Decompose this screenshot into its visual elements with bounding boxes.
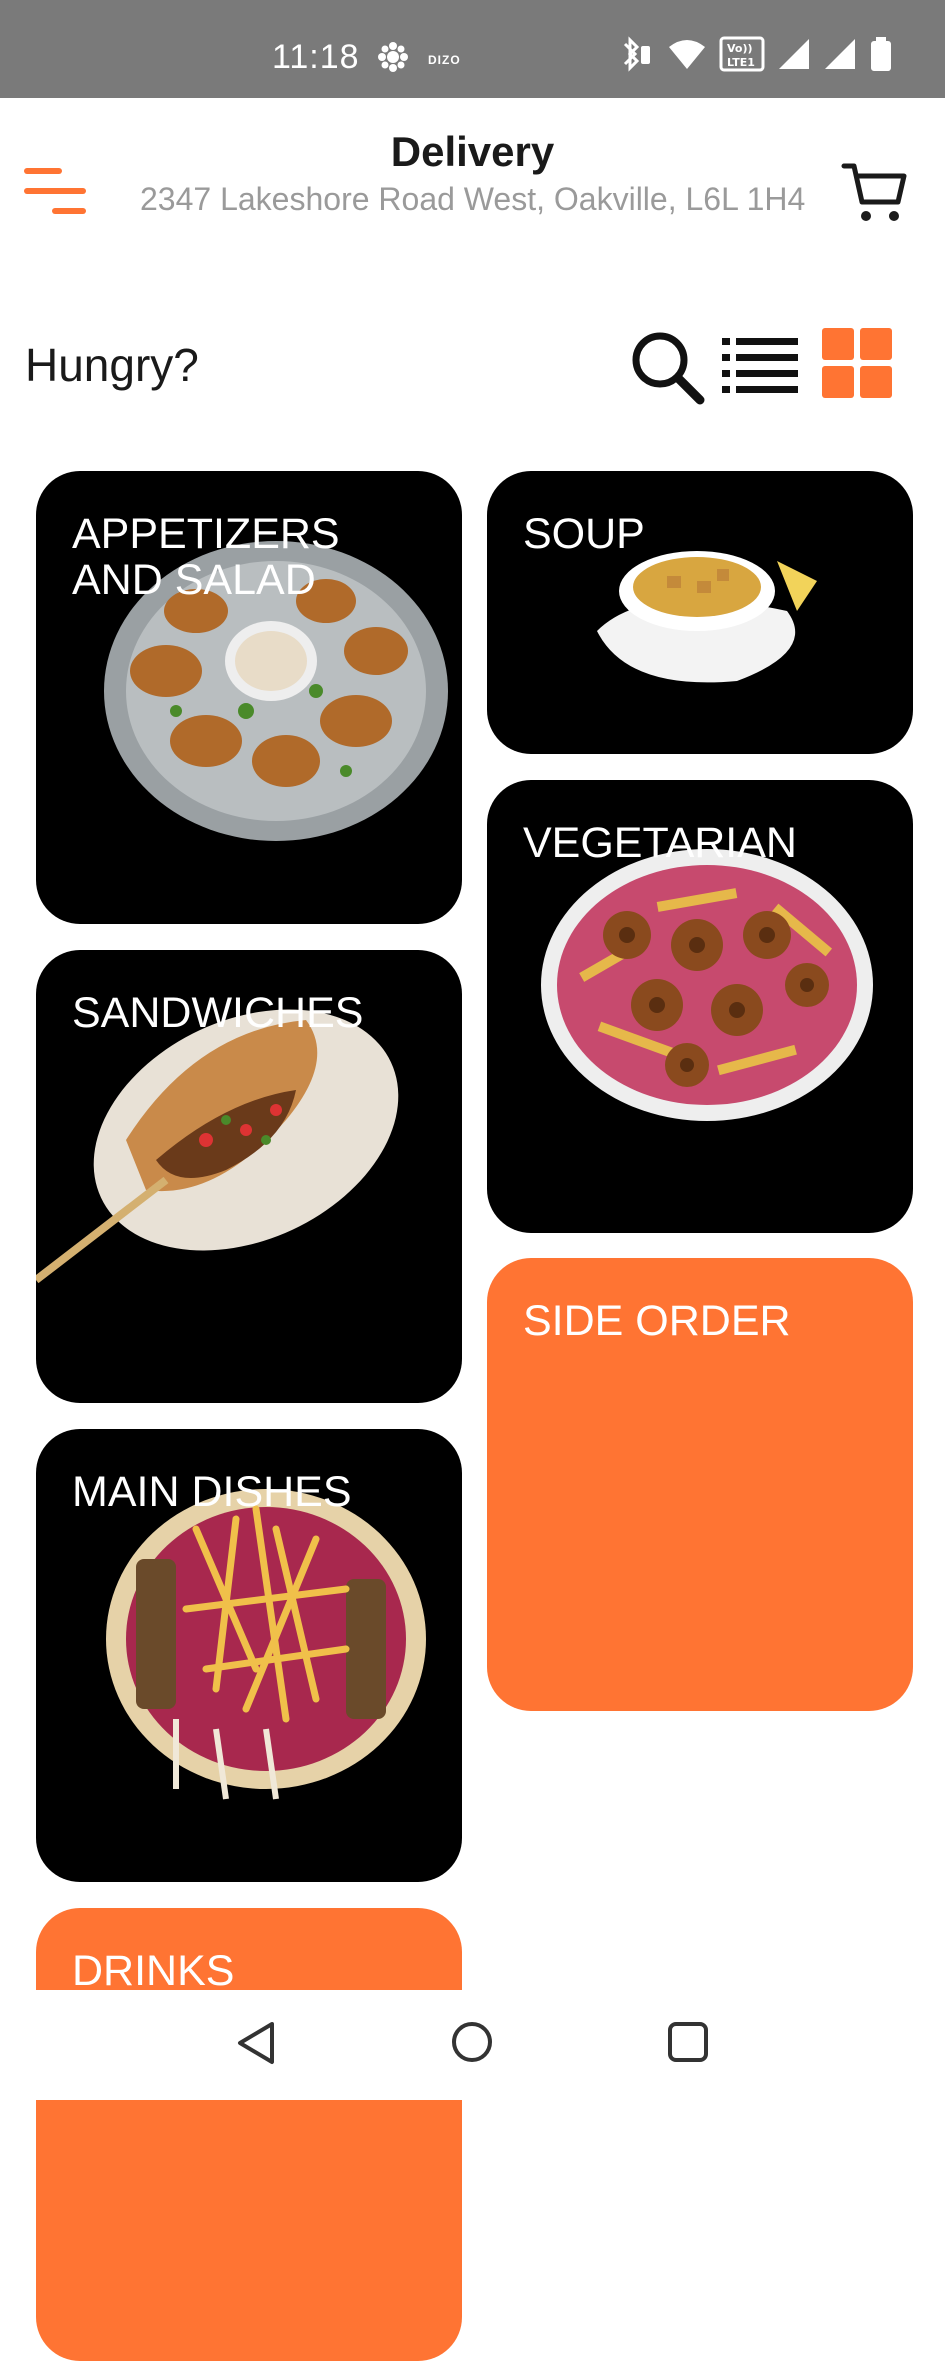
system-nav-bar — [0, 1990, 945, 2100]
cart-icon[interactable] — [840, 158, 910, 228]
category-label: SIDE ORDER — [523, 1297, 791, 1345]
falafel-plate-image — [541, 849, 873, 1121]
category-label: VEGETARIAN — [523, 819, 797, 867]
status-bar: 11:18 DIZO Vo)) LTE1 — [0, 0, 945, 98]
category-card-sandwiches[interactable]: SANDWICHES — [36, 950, 462, 1403]
status-time: 11:18 — [272, 38, 360, 76]
category-card-drinks[interactable]: DRINKS — [36, 1908, 462, 2361]
category-card-main-dishes[interactable]: MAIN DISHES — [36, 1429, 462, 1882]
recents-square-icon[interactable] — [666, 2020, 710, 2069]
category-card-soup[interactable]: SOUP — [487, 471, 913, 754]
home-circle-icon[interactable] — [450, 2020, 494, 2069]
category-card-appetizers-and-salad[interactable]: APPETIZERS AND SALAD — [36, 471, 462, 924]
category-card-side-order[interactable]: SIDE ORDER — [487, 1258, 913, 1711]
svg-text:Vo)): Vo)) — [727, 42, 753, 55]
volte-icon: Vo)) LTE1 — [719, 36, 765, 77]
signal-icon — [777, 37, 811, 76]
list-view-icon[interactable] — [722, 334, 798, 398]
category-label: SANDWICHES — [72, 989, 364, 1037]
grid-view-icon[interactable] — [822, 328, 894, 400]
delivery-address[interactable]: 2347 Lakeshore Road West, Oakville, L6L … — [140, 182, 820, 216]
category-label: APPETIZERS AND SALAD — [72, 510, 340, 604]
category-label: MAIN DISHES — [72, 1468, 352, 1516]
page-title: Delivery — [390, 128, 555, 175]
signal-icon — [823, 37, 857, 76]
brand-label: DIZO — [428, 52, 461, 67]
greeting-heading: Hungry? — [25, 339, 199, 391]
search-icon[interactable] — [628, 328, 708, 406]
main-dish-plate-image — [106, 1489, 426, 1800]
category-label: SOUP — [523, 510, 645, 558]
wifi-icon — [667, 37, 707, 76]
category-label: DRINKS — [72, 1947, 235, 1995]
battery-icon — [869, 36, 893, 77]
svg-text:LTE1: LTE1 — [727, 56, 755, 69]
category-card-vegetarian[interactable]: VEGETARIAN — [487, 780, 913, 1233]
back-triangle-icon[interactable] — [234, 2020, 278, 2071]
bluetooth-battery-icon — [619, 36, 655, 77]
weather-flower-icon — [376, 40, 410, 79]
